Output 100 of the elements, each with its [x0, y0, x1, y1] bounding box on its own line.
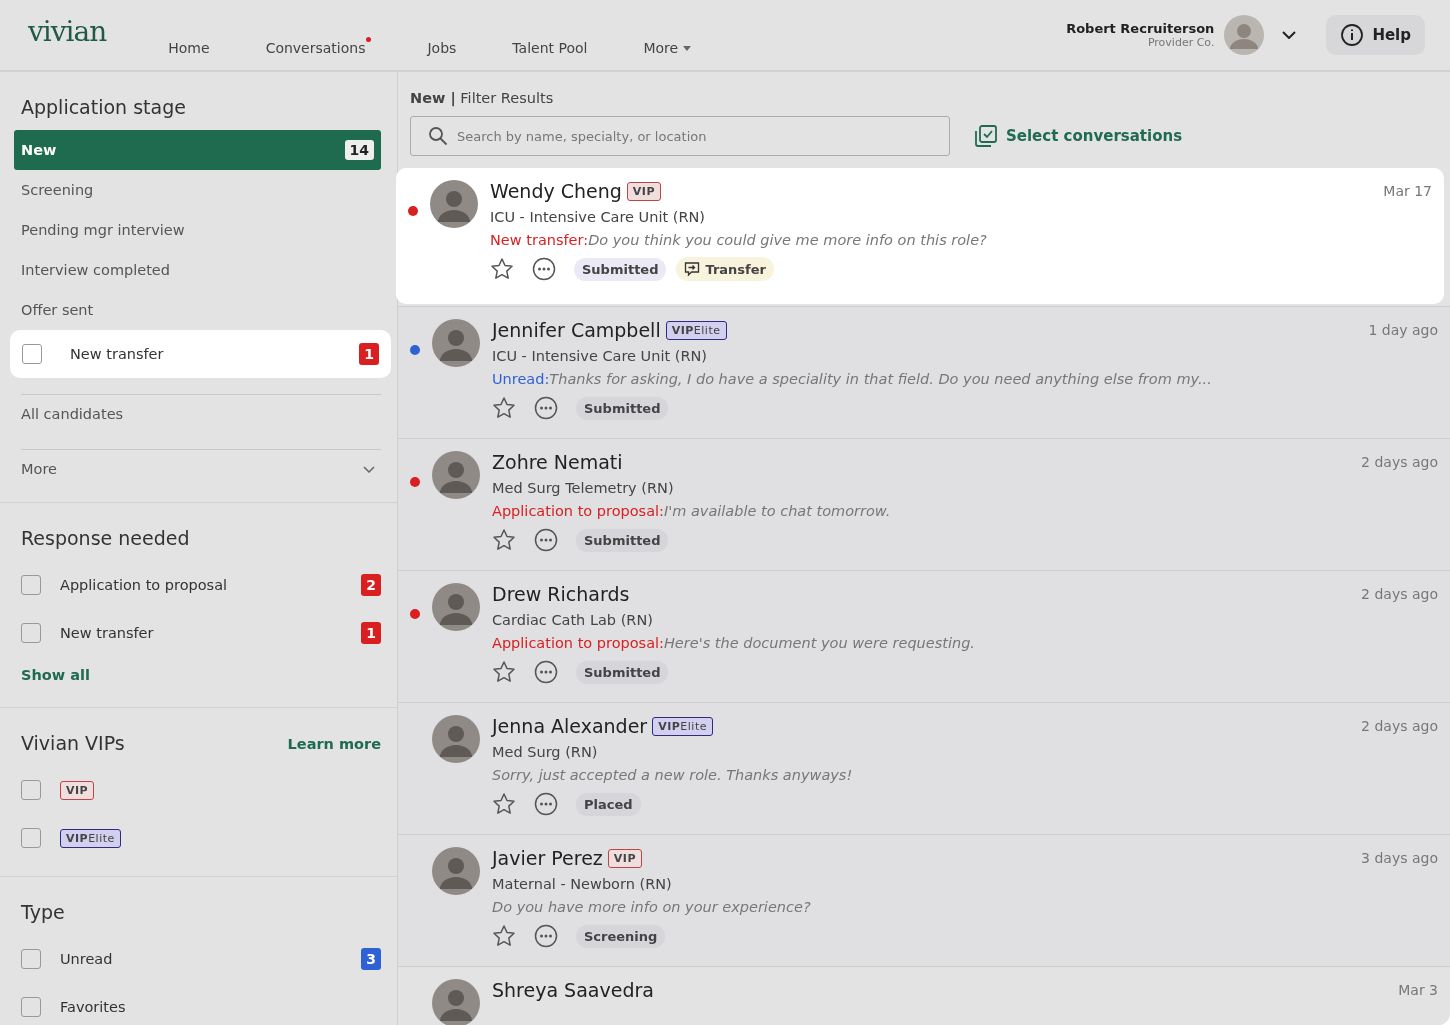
learn-more-link[interactable]: Learn more [287, 736, 381, 752]
stage-item[interactable]: Offer sent [14, 290, 381, 330]
section-heading: Application stage [21, 96, 187, 118]
candidate-name: Wendy Cheng [490, 180, 622, 202]
count-badge: 2 [361, 574, 381, 596]
nav-link[interactable]: Jobs [427, 36, 457, 56]
status-pill: Submitted [576, 528, 669, 552]
filter-label: Favorites [60, 999, 127, 1015]
nav-link[interactable]: Conversations [265, 36, 372, 56]
transfer-icon [684, 261, 701, 277]
stage-item[interactable]: Interview completed [14, 250, 381, 290]
status-pill: Placed [576, 792, 641, 816]
candidate-name: Shreya Saavedra [492, 979, 654, 1001]
date: 1 day ago [1368, 322, 1438, 338]
avatar [432, 847, 480, 895]
star-icon[interactable] [492, 660, 516, 684]
date: 3 days ago [1361, 850, 1438, 866]
section-heading: Vivian VIPs [21, 732, 125, 754]
job-role: Med Surg (RN) [492, 744, 599, 760]
checkbox[interactable] [22, 344, 42, 364]
conversation-card[interactable]: Jenna Alexander VIPElite 2 days ago Med Surg (RN) Sorry, just accepted a new role. Thanks anyways! Placed [398, 702, 1450, 834]
more-options-icon[interactable] [534, 792, 558, 816]
star-icon[interactable] [492, 396, 516, 420]
candidate-name: Javier Perez [492, 847, 603, 869]
star-icon[interactable] [492, 924, 516, 948]
date: 2 days ago [1361, 454, 1438, 470]
stage-item[interactable]: Screening [14, 170, 381, 210]
conversation-card[interactable]: Shreya Saavedra Mar 3 [398, 966, 1450, 1025]
more-options-icon[interactable] [534, 528, 558, 552]
date: Mar 3 [1398, 982, 1438, 998]
count-badge: 1 [359, 343, 379, 365]
avatar [432, 319, 480, 367]
checkbox[interactable] [21, 997, 41, 1017]
job-role: ICU - Intensive Care Unit (RN) [492, 348, 708, 364]
status-pill: Screening [576, 924, 666, 948]
count-badge: 3 [361, 948, 381, 970]
notification-dot [366, 37, 372, 42]
nav-link[interactable]: Home [168, 36, 210, 56]
stage-item[interactable]: New 14 [14, 130, 381, 170]
filter-label: New transfer [70, 346, 165, 362]
vip-tag: VIPElite [652, 716, 713, 736]
filter-label: New transfer [60, 625, 155, 641]
count-badge: 14 [344, 140, 374, 160]
transfer-pill: Transfer [676, 257, 774, 281]
checkbox[interactable] [21, 623, 41, 643]
select-conversations-link[interactable]: Select conversations [974, 124, 1183, 148]
count-badge: 1 [361, 622, 381, 644]
job-role: Maternal - Newborn (RN) [492, 876, 673, 892]
checkbox[interactable] [21, 828, 41, 848]
avatar [432, 979, 480, 1025]
more-options-icon[interactable] [532, 257, 556, 281]
message-preview: Application to proposal:Here's the document you were requesting. [492, 635, 976, 651]
stage-item[interactable]: Pending mgr interview [14, 210, 381, 250]
conversation-card[interactable]: Wendy Cheng VIP Mar 17 ICU - Intensive Care Unit (RN) New transfer:Do you think you could give me more info on this role? Submitted Transfer [396, 168, 1444, 304]
more-options-icon[interactable] [534, 924, 558, 948]
checkbox[interactable] [21, 780, 41, 800]
help-button[interactable]: Help [1326, 15, 1425, 55]
date: Mar 17 [1383, 183, 1432, 199]
job-role: ICU - Intensive Care Unit (RN) [490, 209, 706, 225]
candidate-name: Zohre Nemati [492, 451, 623, 473]
status-pill: Submitted [576, 660, 669, 684]
candidate-name: Jenna Alexander [492, 715, 648, 737]
more-dropdown[interactable]: More [14, 450, 64, 488]
vip-tag: VIP [607, 848, 642, 868]
search-field[interactable]: Search by name, specialty, or location [410, 116, 950, 156]
message-preview: Unread:Thanks for asking, I do have a speciality in that field. Do you need anything else from my... [492, 371, 1213, 387]
nav-link[interactable]: More [643, 36, 692, 56]
all-candidates-link[interactable]: All candidates [14, 395, 381, 433]
avatar [430, 180, 478, 228]
status-pill: Submitted [574, 257, 667, 281]
vip-tag: VIPElite [60, 828, 121, 848]
logo[interactable]: vivian [28, 14, 107, 48]
avatar [432, 583, 480, 631]
conversation-card[interactable]: Javier Perez VIP 3 days ago Maternal - Newborn (RN) Do you have more info on your experience? Screening [398, 834, 1450, 966]
conversation-card[interactable]: Drew Richards 2 days ago Cardiac Cath Lab (RN) Application to proposal:Here's the document you were requesting. Submitted [398, 570, 1450, 702]
message-preview: Do you have more info on your experience? [492, 899, 812, 915]
avatar [432, 715, 480, 763]
section-heading: Response needed [21, 527, 191, 549]
checkbox[interactable] [21, 575, 41, 595]
more-options-icon[interactable] [534, 396, 558, 420]
conversation-card[interactable]: Jennifer Campbell VIPElite 1 day ago ICU - Intensive Care Unit (RN) Unread:Thanks for asking, I do have a speciality in that field. Do you need anything else from my... Submitted [398, 306, 1450, 438]
breadcrumb: New | Filter Results [409, 89, 555, 106]
star-icon[interactable] [492, 792, 516, 816]
job-role: Med Surg Telemetry (RN) [492, 480, 675, 496]
more-options-icon[interactable] [534, 660, 558, 684]
candidate-name: Jennifer Campbell [492, 319, 661, 341]
star-icon[interactable] [490, 257, 514, 281]
show-all-link[interactable]: Show all [21, 667, 90, 683]
conversation-card[interactable]: Zohre Nemati 2 days ago Med Surg Telemetry (RN) Application to proposal:I'm available to chat tomorrow. Submitted [398, 438, 1450, 570]
chevron-down-icon[interactable] [1282, 31, 1297, 39]
message-preview: Application to proposal:I'm available to chat tomorrow. [492, 503, 892, 519]
filter-label: Unread [60, 951, 114, 967]
star-icon[interactable] [492, 528, 516, 552]
checkbox[interactable] [21, 949, 41, 969]
avatar[interactable] [1224, 15, 1265, 55]
filter-item-card[interactable]: New transfer 1 [10, 330, 391, 378]
company-name: Provider Co. [1147, 36, 1215, 49]
vip-tag: VIP [626, 181, 662, 201]
nav-link[interactable]: Talent Pool [512, 36, 588, 56]
info-icon [1340, 23, 1365, 47]
